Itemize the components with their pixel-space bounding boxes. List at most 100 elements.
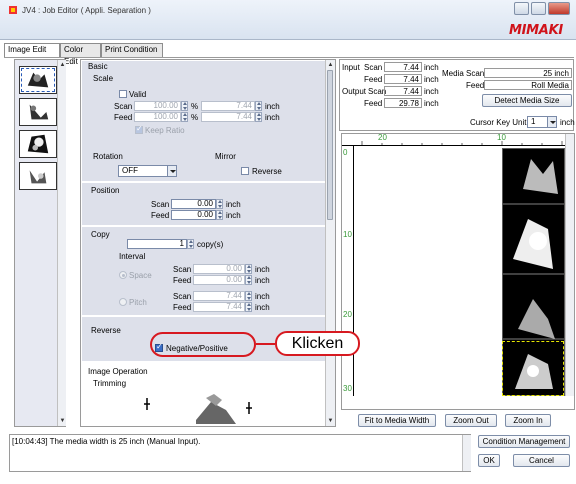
cursor-key-label: Cursor Key Unit: [470, 118, 527, 127]
tab-print-condition[interactable]: Print Condition: [101, 43, 163, 57]
space-scan-spinner[interactable]: [245, 264, 252, 274]
pitch-feed-spinner[interactable]: [245, 302, 252, 312]
copy-header: Copy: [91, 230, 110, 239]
space-scan-unit: inch: [255, 265, 270, 274]
position-feed-field[interactable]: 0.00: [171, 210, 216, 220]
thumbnail-4[interactable]: [19, 162, 57, 190]
output-label: Output: [342, 87, 367, 96]
media-scan-value: 25 inch: [484, 68, 572, 78]
scale-scan-label: Scan: [114, 102, 133, 111]
keep-ratio-checkbox[interactable]: [135, 124, 143, 134]
image-edit-form: Basic Scale Valid Scan 100.00 % 7.44 inc…: [80, 59, 336, 427]
pitch-radio[interactable]: [119, 298, 127, 306]
output-scan-unit: inch: [424, 87, 439, 96]
left-ruler-tick-0: 0: [343, 148, 348, 157]
info-panel: Input Scan 7.44 inch Feed 7.44 inch Outp…: [339, 59, 575, 131]
trimming-preview[interactable]: [136, 390, 266, 426]
log-scrollbar[interactable]: [462, 435, 471, 471]
scale-feed-pct-spinner[interactable]: [181, 112, 188, 122]
minimize-button[interactable]: [514, 2, 529, 15]
space-radio[interactable]: [119, 271, 127, 279]
valid-label: Valid: [129, 90, 147, 99]
scale-scan-inch-field[interactable]: 7.44: [201, 101, 255, 111]
zoom-out-button[interactable]: Zoom Out: [445, 414, 497, 427]
detect-media-size-button[interactable]: Detect Media Size: [482, 94, 572, 107]
thumbnail-3[interactable]: [19, 130, 57, 158]
pitch-feed-field[interactable]: 7.44: [193, 302, 245, 312]
inch-unit: inch: [265, 102, 280, 111]
title-bar: JV4 : Job Editor ( Appli. Separation ) M…: [0, 0, 576, 40]
zoom-in-button[interactable]: Zoom In: [505, 414, 551, 427]
pitch-scan-spinner[interactable]: [245, 291, 252, 301]
position-feed-unit: inch: [226, 211, 241, 220]
left-ruler-tick-10: 10: [343, 230, 352, 239]
thumbnail-scrollbar[interactable]: ▲ ▼: [57, 60, 66, 426]
copy-count-unit: copy(s): [197, 240, 224, 249]
pitch-scan-unit: inch: [255, 292, 270, 301]
message-log[interactable]: [10:04:43] The media width is 25 inch (M…: [9, 434, 471, 472]
form-scrollbar[interactable]: ▲ ▼: [325, 60, 335, 426]
mirror-reverse-label: Reverse: [252, 167, 282, 176]
position-feed-spinner[interactable]: [216, 210, 223, 220]
thumbnail-list[interactable]: ▲ ▼: [14, 59, 66, 427]
cursor-key-select[interactable]: 1: [527, 116, 557, 128]
position-scan-label: Scan: [151, 200, 170, 209]
tab-color-edit[interactable]: Color Edit: [60, 43, 101, 66]
ok-button[interactable]: OK: [478, 454, 500, 467]
condition-management-button[interactable]: Condition Management: [478, 435, 570, 448]
tab-image-edit[interactable]: Image Edit: [4, 43, 60, 58]
pitch-feed-label: Feed: [173, 303, 192, 312]
mirror-reverse-checkbox[interactable]: [241, 167, 249, 175]
ruler-tick-10: 10: [497, 133, 506, 142]
input-scan-label: Scan: [364, 63, 383, 72]
space-scan-field[interactable]: 0.00: [193, 264, 245, 274]
position-scan-spinner[interactable]: [216, 199, 223, 209]
space-feed-spinner[interactable]: [245, 275, 252, 285]
chevron-down-icon[interactable]: [167, 165, 177, 177]
scale-feed-label: Feed: [114, 113, 133, 122]
position-scan-field[interactable]: 0.00: [171, 199, 216, 209]
thumbnail-2[interactable]: [19, 98, 57, 126]
cancel-button[interactable]: Cancel: [513, 454, 570, 467]
scroll-thumb[interactable]: [327, 70, 333, 220]
space-label: Space: [129, 271, 152, 280]
maximize-button[interactable]: [531, 2, 546, 15]
scale-scan-pct-field[interactable]: 100.00: [134, 101, 181, 111]
selection-marquee[interactable]: [502, 341, 564, 396]
valid-checkbox[interactable]: [119, 90, 127, 98]
close-button[interactable]: [548, 2, 570, 15]
scale-scan-pct-spinner[interactable]: [181, 101, 188, 111]
window-title: JV4 : Job Editor ( Appli. Separation ): [22, 6, 151, 15]
copy-count-field[interactable]: 1: [127, 239, 187, 249]
pitch-scan-field[interactable]: 7.44: [193, 291, 245, 301]
copy-count-spinner[interactable]: [187, 239, 194, 249]
output-feed-value: 29.78: [384, 98, 422, 108]
input-scan-unit: inch: [424, 63, 439, 72]
left-ruler-tick-30: 30: [343, 384, 352, 393]
scale-feed-inch-field[interactable]: 7.44: [201, 112, 255, 122]
scale-feed-pct-field[interactable]: 100.00: [134, 112, 181, 122]
reverse-header: Reverse: [91, 326, 121, 335]
chevron-down-icon[interactable]: [547, 116, 557, 128]
input-feed-value: 7.44: [384, 74, 422, 84]
image-strip[interactable]: [502, 148, 565, 396]
scale-scan-inch-spinner[interactable]: [255, 101, 262, 111]
scroll-up-icon[interactable]: ▲: [59, 61, 66, 69]
fit-to-media-width-button[interactable]: Fit to Media Width: [358, 414, 436, 427]
rotation-select[interactable]: OFF: [118, 165, 177, 177]
scroll-up-icon[interactable]: ▲: [327, 61, 334, 69]
space-feed-field[interactable]: 0.00: [193, 275, 245, 285]
scale-feed-inch-spinner[interactable]: [255, 112, 262, 122]
pct-unit: %: [191, 102, 199, 111]
cursor-key-unit: inch: [560, 118, 575, 127]
callout-label: Klicken: [275, 331, 360, 356]
scroll-down-icon[interactable]: ▼: [327, 417, 334, 425]
preview-canvas[interactable]: 20 10 0 0 10 20 30: [341, 133, 575, 410]
pitch-scan-label: Scan: [173, 292, 192, 301]
scroll-down-icon[interactable]: ▼: [59, 417, 66, 425]
input-feed-unit: inch: [424, 75, 439, 84]
mirror-label: Mirror: [215, 152, 236, 161]
preview-scrollbar[interactable]: [565, 134, 574, 396]
thumbnail-1[interactable]: [19, 66, 57, 94]
interval-label: Interval: [119, 252, 146, 261]
